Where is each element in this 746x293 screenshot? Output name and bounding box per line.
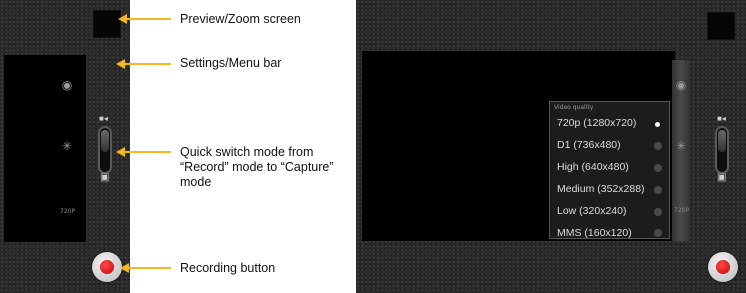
preview-zoom-screen[interactable] <box>93 10 121 38</box>
right-camera-screen: ◉ ✳ 720P ■◂ ▣ Video quality 720p (1280x7… <box>356 0 746 293</box>
radio-unselected[interactable] <box>654 164 662 172</box>
annotation-settings-menu: Settings/Menu bar <box>180 56 282 70</box>
option-label: MMS (160x120) <box>557 227 632 239</box>
annotation-preview-zoom: Preview/Zoom screen <box>180 12 301 26</box>
arrow-line <box>126 18 171 20</box>
white-balance-icon[interactable]: ✳ <box>673 139 689 153</box>
radio-unselected[interactable] <box>654 142 662 150</box>
video-camera-icon: ■◂ <box>99 114 108 123</box>
camera-icon: ▣ <box>100 172 110 183</box>
record-button[interactable] <box>92 252 122 282</box>
arrow-line <box>128 267 171 269</box>
left-camera-screen: ◉ ✳ 720P ■◂ ▣ <box>0 0 130 293</box>
arrow-line <box>124 63 171 65</box>
record-button[interactable] <box>708 252 738 282</box>
annotation-recording: Recording button <box>180 261 276 275</box>
arrow-line <box>124 151 171 153</box>
annotation-quick-switch: Quick switch mode from “Record” mode to … <box>180 145 334 190</box>
annotation-quick-switch-line-3: mode <box>180 175 212 189</box>
option-label: D1 (736x480) <box>557 139 621 151</box>
option-label: 720p (1280x720) <box>557 117 637 129</box>
mode-switch-knob[interactable] <box>101 130 109 152</box>
settings-icon[interactable]: ◉ <box>673 78 689 92</box>
mode-switch[interactable] <box>715 126 729 174</box>
annotation-quick-switch-line-2: “Record” mode to “Capture” <box>180 160 334 174</box>
radio-unselected[interactable] <box>654 208 662 216</box>
option-label: Low (320x240) <box>557 205 627 217</box>
radio-selected[interactable] <box>655 122 660 127</box>
video-camera-icon: ■◂ <box>717 114 726 123</box>
resolution-label[interactable]: 720P <box>674 207 689 214</box>
white-balance-icon[interactable]: ✳ <box>59 139 75 153</box>
camera-icon: ▣ <box>717 172 727 183</box>
preview-zoom-screen[interactable] <box>707 12 735 40</box>
radio-unselected[interactable] <box>654 186 662 194</box>
annotation-quick-switch-line-1: Quick switch mode from <box>180 145 314 159</box>
record-dot-icon <box>100 260 114 274</box>
video-quality-title: Video quality <box>554 104 594 111</box>
mode-switch[interactable] <box>98 126 112 174</box>
mode-switch-knob[interactable] <box>718 130 726 152</box>
resolution-label[interactable]: 720P <box>60 208 75 215</box>
option-label: Medium (352x288) <box>557 183 645 195</box>
record-dot-icon <box>716 260 730 274</box>
option-label: High (640x480) <box>557 161 629 173</box>
video-quality-menu: Video quality 720p (1280x720) D1 (736x48… <box>549 101 670 239</box>
settings-icon[interactable]: ◉ <box>59 78 75 92</box>
radio-unselected[interactable] <box>654 229 662 237</box>
